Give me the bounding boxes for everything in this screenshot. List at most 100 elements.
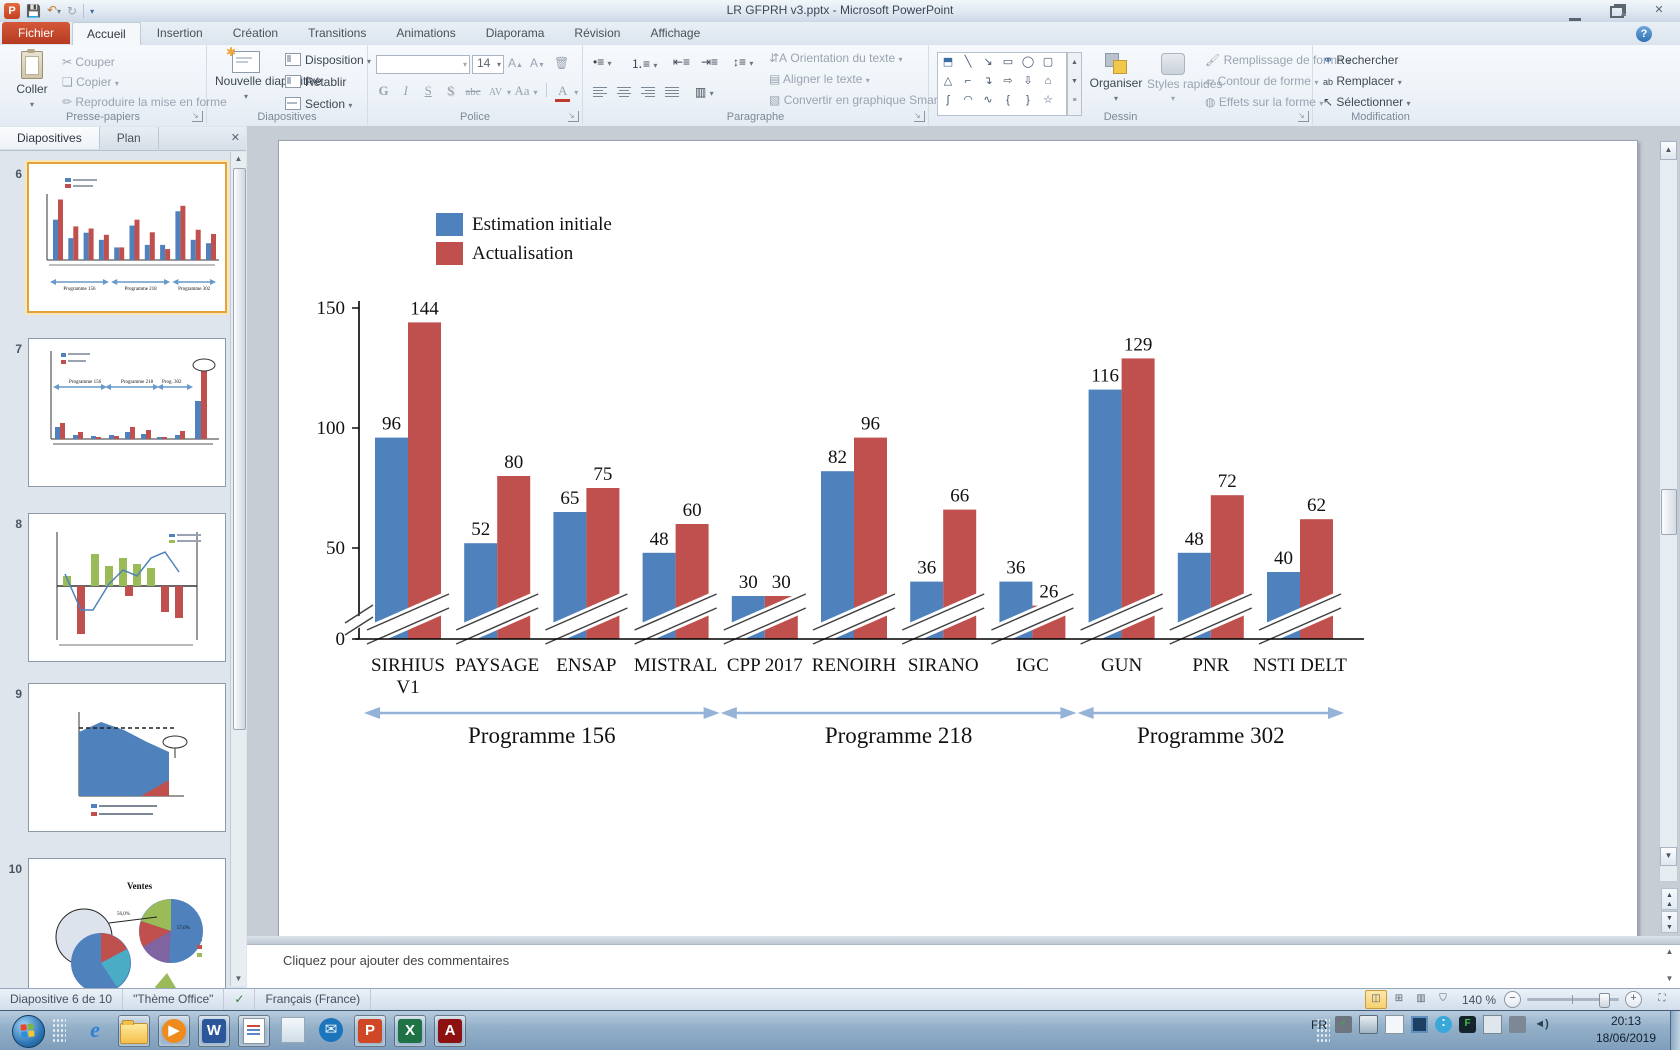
new-slide-button[interactable]: ✱ Nouvelle diapositive▾	[215, 51, 277, 102]
slides-panel-scrollbar[interactable]: ▲ ▼	[230, 152, 246, 986]
network-icon[interactable]	[1509, 1016, 1526, 1033]
next-slide-button[interactable]: ▼▼	[1661, 911, 1678, 933]
language-bar[interactable]: FR	[1311, 1018, 1327, 1032]
character-spacing-button[interactable]: AV	[488, 87, 503, 98]
taskbar-app-word[interactable]: W	[198, 1015, 230, 1047]
replace-button[interactable]: ab Remplacer ▾	[1323, 74, 1402, 88]
shape-left-brace-icon[interactable]: {	[998, 91, 1018, 110]
strikethrough-button[interactable]: abc	[465, 86, 480, 98]
slide-canvas[interactable]: Estimation initiale Actualisation 050100…	[278, 140, 1638, 938]
comments-splitter[interactable]	[247, 936, 1680, 944]
zoom-level[interactable]: 140 %	[1462, 993, 1496, 1007]
taskbar-app-powerpoint[interactable]: P	[354, 1015, 386, 1047]
copy-button[interactable]: ❏ Copier ▾	[62, 75, 119, 89]
comments-placeholder[interactable]: Cliquez pour ajouter des commentaires	[283, 953, 509, 968]
shape-elbow-icon[interactable]: ⌐	[958, 72, 978, 91]
grow-font-button[interactable]: A▲	[508, 56, 523, 70]
slide-scrollbar[interactable]: ▲ ▼	[1659, 140, 1678, 882]
decrease-indent-button[interactable]: ⇤≡	[673, 55, 690, 69]
zoom-slider-thumb[interactable]	[1599, 993, 1610, 1008]
shape-oval-icon[interactable]: ◯	[1018, 53, 1038, 72]
scrollbar-thumb[interactable]	[1661, 489, 1677, 535]
reset-button[interactable]: Rétablir	[285, 75, 346, 89]
ribbon-tab-création[interactable]: Création	[219, 22, 292, 44]
clock[interactable]: 20:13 18/06/2019	[1584, 1013, 1668, 1047]
align-right-button[interactable]	[641, 85, 655, 99]
shape-arrow-icon[interactable]: ↘	[978, 53, 998, 72]
bar-actualisation[interactable]	[408, 322, 441, 639]
close-panel-icon[interactable]: ✕	[231, 131, 240, 144]
shape-pentagon-icon[interactable]: ⌂	[1038, 72, 1058, 91]
volume-icon[interactable]: ◄)	[1533, 1016, 1550, 1033]
ribbon-tab-affichage[interactable]: Affichage	[636, 22, 714, 44]
shape-right-arrow-icon[interactable]: ⇨	[998, 72, 1018, 91]
line-spacing-button[interactable]: ↕≡ ▾	[733, 55, 753, 69]
shape-outline-button[interactable]: ▱ Contour de forme ▾	[1205, 74, 1318, 88]
help-icon[interactable]: ?	[1636, 26, 1652, 42]
ribbon-tab-révision[interactable]: Révision	[560, 22, 634, 44]
align-center-button[interactable]	[617, 85, 631, 99]
paragraph-dialog-launcher[interactable]: ↘	[914, 111, 925, 122]
columns-button[interactable]: ▥ ▾	[695, 85, 714, 99]
spellcheck-icon[interactable]: ✓	[224, 989, 255, 1010]
ribbon-tab-transitions[interactable]: Transitions	[294, 22, 380, 44]
bullets-button[interactable]: •≡ ▾	[593, 55, 612, 69]
align-text-button[interactable]: ▤ Aligner le texte ▾	[769, 72, 870, 86]
zoom-in-icon[interactable]: +	[1625, 991, 1642, 1008]
shrink-font-button[interactable]: A▼	[530, 56, 545, 70]
font-size-combo[interactable]: 14▾	[472, 55, 504, 74]
tab-plan[interactable]: Plan	[100, 127, 159, 149]
shapes-gallery[interactable]: ⬒╲↘▭◯▢ △⌐↴⇨⇩⌂ ʃ◠∿{}☆	[937, 52, 1067, 116]
taskbar-app-document-viewer[interactable]	[238, 1015, 270, 1047]
language-indicator[interactable]: Français (France)	[255, 989, 371, 1010]
shape-triangle-icon[interactable]: △	[938, 72, 958, 91]
reading-view-icon[interactable]: ▥	[1411, 991, 1431, 1008]
clipboard-dialog-launcher[interactable]: ↘	[192, 111, 203, 122]
font-color-button[interactable]: A	[555, 83, 570, 102]
shape-line-icon[interactable]: ╲	[958, 53, 978, 72]
slideshow-icon[interactable]: ⛉	[1433, 991, 1453, 1008]
layout-button[interactable]: Disposition ▾	[285, 53, 371, 67]
quick-styles-button[interactable]: Styles rapides▾	[1147, 53, 1199, 105]
paste-button[interactable]: Coller▾	[10, 51, 54, 110]
ribbon-tab-diaporama[interactable]: Diaporama	[472, 22, 559, 44]
ribbon-tab-animations[interactable]: Animations	[382, 22, 469, 44]
collapse-ribbon-icon[interactable]: ▲	[1619, 8, 1628, 18]
previous-slide-button[interactable]: ▲▲	[1661, 888, 1678, 910]
shape-arc-icon[interactable]: ◠	[958, 91, 978, 110]
comments-pane[interactable]: Cliquez pour ajouter des commentaires ▲▼	[247, 944, 1680, 989]
normal-view-icon[interactable]: ◫	[1365, 990, 1387, 1009]
close-button[interactable]: ✕	[1646, 4, 1672, 18]
shape-elbow-arrow-icon[interactable]: ↴	[978, 72, 998, 91]
bar-chart[interactable]: 0501001509652654830823636116484014480756…	[279, 141, 1637, 937]
taskbar-app-acrobat-reader[interactable]: A	[434, 1015, 466, 1047]
shape-textbox-icon[interactable]: ⬒	[938, 53, 958, 72]
slide-sorter-icon[interactable]: ⊞	[1389, 991, 1409, 1008]
shape-freeform-icon[interactable]: ʃ	[938, 91, 958, 110]
taskbar-app-notepad[interactable]	[278, 1015, 308, 1045]
scroll-down-icon[interactable]: ▼	[232, 972, 245, 986]
start-button[interactable]	[12, 1015, 45, 1048]
section-button[interactable]: Section ▾	[285, 97, 352, 111]
text-shadow-button[interactable]: S	[443, 83, 458, 99]
italic-button[interactable]: I	[398, 83, 413, 99]
shape-rounded-rect-icon[interactable]: ▢	[1038, 53, 1058, 72]
bar-estimation-initiale[interactable]	[1089, 390, 1122, 639]
zoom-out-icon[interactable]: −	[1504, 991, 1521, 1008]
minimize-button[interactable]	[1562, 4, 1588, 18]
shape-rectangle-icon[interactable]: ▭	[998, 53, 1018, 72]
change-case-button[interactable]: Aa	[514, 83, 529, 99]
tab-diapositives[interactable]: Diapositives	[0, 127, 100, 149]
shape-star-icon[interactable]: ☆	[1038, 91, 1058, 110]
select-button[interactable]: ↖ Sélectionner ▾	[1323, 95, 1410, 109]
shapes-gallery-scrollbar[interactable]: ▲▼≡	[1067, 52, 1082, 116]
fit-to-window-icon[interactable]: ⛶	[1652, 991, 1672, 1008]
font-dialog-launcher[interactable]: ↘	[568, 111, 579, 122]
align-left-button[interactable]	[593, 85, 607, 99]
ribbon-tab-insertion[interactable]: Insertion	[143, 22, 217, 44]
text-orientation-button[interactable]: ⇵A Orientation du texte ▾	[769, 51, 903, 65]
usb-icon[interactable]: ✓	[1335, 1016, 1352, 1033]
shape-curve-icon[interactable]: ∿	[978, 91, 998, 110]
scrollbar-thumb[interactable]	[233, 168, 246, 730]
zoom-slider[interactable]	[1527, 998, 1619, 1001]
